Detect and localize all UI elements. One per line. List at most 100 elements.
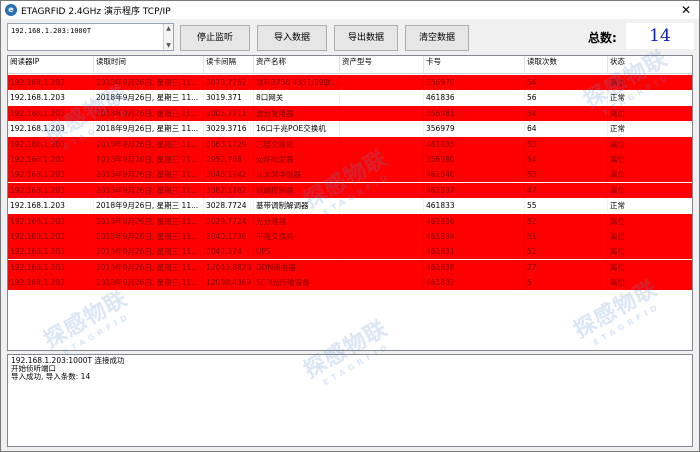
table-cell: 461836 bbox=[424, 90, 525, 106]
table-cell: 461836 bbox=[424, 213, 525, 229]
table-row[interactable]: 192.168.1.203 2018年9月26日, 星期三 11... 3063.1… bbox=[8, 136, 692, 152]
clear-data-button[interactable]: 清空数据 bbox=[405, 25, 469, 51]
column-header[interactable]: 卡号 bbox=[424, 56, 525, 74]
table-cell: 461832 bbox=[424, 275, 525, 291]
table-cell: 2018年9月26日, 星期三 11... bbox=[94, 121, 204, 137]
table-cell: SDH光传输设备 bbox=[254, 275, 340, 291]
table-cell: 3063.1729 bbox=[204, 136, 254, 152]
table-cell: 2018年9月26日, 星期三 11... bbox=[94, 105, 204, 121]
table-row[interactable]: 192.168.1.203 2018年9月26日, 星期三 11... 3040.1… bbox=[8, 229, 692, 244]
table-cell: 2018年9月26日, 星期三 11... bbox=[94, 75, 204, 90]
connection-list[interactable]: 192.168.1.203:1000T ▲ ▼ bbox=[7, 23, 174, 51]
column-header[interactable]: 资产型号 bbox=[340, 56, 424, 74]
table-cell bbox=[340, 244, 424, 260]
column-header[interactable]: 状态 bbox=[608, 56, 692, 74]
table-cell: 192.168.1.203 bbox=[8, 182, 94, 198]
table-cell: 离位 bbox=[608, 260, 692, 275]
table-cell: 192.168.1.203 bbox=[8, 259, 94, 275]
table-cell: 192.168.1.203 bbox=[8, 90, 94, 106]
table-cell: 3078.7752 bbox=[204, 75, 254, 90]
table-row[interactable]: 192.168.1.203 2018年9月26日, 星期三 11... 3029.7… bbox=[8, 213, 692, 229]
table-cell: 53 bbox=[525, 167, 608, 183]
table-row[interactable]: 192.168.1.203 2018年9月26日, 星期三 11... 3005.7… bbox=[8, 105, 692, 121]
table-cell: 192.168.1.203 bbox=[8, 152, 94, 167]
table-cell: 52 bbox=[525, 213, 608, 229]
table-row[interactable]: 192.168.1.203 2018年9月26日, 星期三 11... 12043.… bbox=[8, 259, 692, 275]
export-data-button[interactable]: 导出数据 bbox=[334, 25, 398, 51]
table-cell: 64 bbox=[525, 121, 608, 137]
connection-address[interactable]: 192.168.1.203:1000T bbox=[11, 27, 91, 35]
table-cell: 2018年9月26日, 星期三 11... bbox=[94, 244, 204, 260]
scroll-down-icon[interactable]: ▼ bbox=[164, 41, 173, 50]
table-row[interactable]: 192.168.1.203 2018年9月26日, 星期三 11... 3019.3… bbox=[8, 90, 692, 106]
table-cell bbox=[340, 213, 424, 229]
column-header[interactable]: 资产名称 bbox=[254, 56, 340, 74]
table-cell: 3029.7724 bbox=[204, 213, 254, 229]
table-cell: 正常 bbox=[608, 121, 692, 136]
table-cell: 192.168.1.203 bbox=[8, 229, 94, 244]
table-cell: 3082.1782 bbox=[204, 182, 254, 198]
table-cell: 离位 bbox=[608, 106, 692, 121]
table-cell: 356979 bbox=[424, 121, 525, 137]
table-cell: 离位 bbox=[608, 229, 692, 244]
column-header[interactable]: 读取次数 bbox=[525, 56, 608, 74]
table-cell: 2018年9月26日, 星期三 11... bbox=[94, 136, 204, 152]
total-label: 总数: bbox=[588, 31, 617, 45]
table-cell: 离位 bbox=[608, 152, 692, 167]
table-cell: 192.168.1.203 bbox=[8, 244, 94, 260]
table-cell: 47 bbox=[525, 182, 608, 198]
column-header[interactable]: 读取时间 bbox=[94, 56, 204, 74]
table-row[interactable]: 192.168.1.203 2018年9月26日, 星期三 11... 3078.7… bbox=[8, 75, 692, 90]
table-row[interactable]: 192.168.1.203 2018年9月26日, 星期三 11... 3042.1… bbox=[8, 244, 692, 260]
table-cell: 2018年9月26日, 星期三 11... bbox=[94, 152, 204, 167]
table-cell: 3042.174 bbox=[204, 244, 254, 260]
table-cell: 192.168.1.203 bbox=[8, 121, 94, 137]
table-cell: 356978 bbox=[424, 75, 525, 90]
table-cell: 离位 bbox=[608, 75, 692, 90]
table-cell: 192.168.1.203 bbox=[8, 105, 94, 121]
scroll-up-icon[interactable]: ▲ bbox=[164, 24, 173, 33]
log-line: 开始侦听端口 bbox=[11, 364, 56, 373]
table-cell: 192.168.1.203 bbox=[8, 136, 94, 152]
table-cell bbox=[340, 182, 424, 198]
table-cell: UPS bbox=[254, 244, 340, 260]
app-window: e ETAGRFID 2.4GHz 演示程序 TCP/IP ✕ 192.168.… bbox=[0, 0, 700, 452]
table-cell: 思科3750 4351/89联... bbox=[254, 75, 340, 90]
table-cell: 192.168.1.203 bbox=[8, 167, 94, 183]
table-cell: 54 bbox=[525, 152, 608, 167]
column-header[interactable]: 读卡间隔 bbox=[204, 56, 254, 74]
import-data-button[interactable]: 导入数据 bbox=[257, 25, 327, 51]
table-row[interactable]: 192.168.1.203 2018年9月26日, 星期三 11... 12080.… bbox=[8, 275, 692, 291]
table-cell bbox=[340, 105, 424, 121]
table-cell: 27 bbox=[525, 259, 608, 275]
table-cell bbox=[340, 121, 424, 137]
table-row[interactable]: 192.168.1.203 2018年9月26日, 星期三 11... 2952.7… bbox=[8, 152, 692, 167]
log-line: 192.168.1.203:1000T 连接成功 bbox=[11, 356, 125, 365]
log-panel[interactable]: 192.168.1.203:1000T 连接成功 开始侦听端口 导入成功, 导入… bbox=[7, 354, 693, 447]
total-count: 14 bbox=[626, 23, 694, 49]
table-cell bbox=[340, 229, 424, 244]
asset-table[interactable]: 阅读器IP 读取时间 读卡间隔 资产名称 资产型号 卡号 读取次数 状态 192… bbox=[7, 55, 693, 351]
table-cell: 12043.8828 bbox=[204, 259, 254, 275]
table-cell: 192.168.1.203 bbox=[8, 198, 94, 214]
table-cell: 192.168.1.203 bbox=[8, 75, 94, 90]
close-icon[interactable]: ✕ bbox=[679, 3, 693, 17]
table-cell bbox=[340, 198, 424, 214]
table-cell: 5 bbox=[525, 275, 608, 291]
table-cell: 461833 bbox=[424, 198, 525, 214]
table-row[interactable]: 192.168.1.203 2018年9月26日, 星期三 11... 3082.1… bbox=[8, 182, 692, 198]
table-cell: 3005.7711 bbox=[204, 105, 254, 121]
table-row[interactable]: 192.168.1.203 2018年9月26日, 星期三 11... 3046.1… bbox=[8, 167, 692, 183]
table-row[interactable]: 192.168.1.203 2018年9月26日, 星期三 11... 3029.3… bbox=[8, 121, 692, 137]
table-cell: 55 bbox=[525, 198, 608, 214]
table-cell: 12080.4369 bbox=[204, 275, 254, 291]
column-header[interactable]: 阅读器IP bbox=[8, 56, 94, 74]
table-cell: 2018年9月26日, 星期三 11... bbox=[94, 275, 204, 291]
stop-listen-button[interactable]: 停止监听 bbox=[180, 25, 250, 51]
table-cell: 2018年9月26日, 星期三 11... bbox=[94, 259, 204, 275]
table-cell: 2018年9月26日, 星期三 11... bbox=[94, 90, 204, 106]
table-cell: 3040.1739 bbox=[204, 229, 254, 244]
connection-scrollbar[interactable]: ▲ ▼ bbox=[163, 24, 173, 50]
table-cell: 51 bbox=[525, 229, 608, 244]
table-row[interactable]: 192.168.1.203 2018年9月26日, 星期三 11... 3028.7… bbox=[8, 198, 692, 214]
